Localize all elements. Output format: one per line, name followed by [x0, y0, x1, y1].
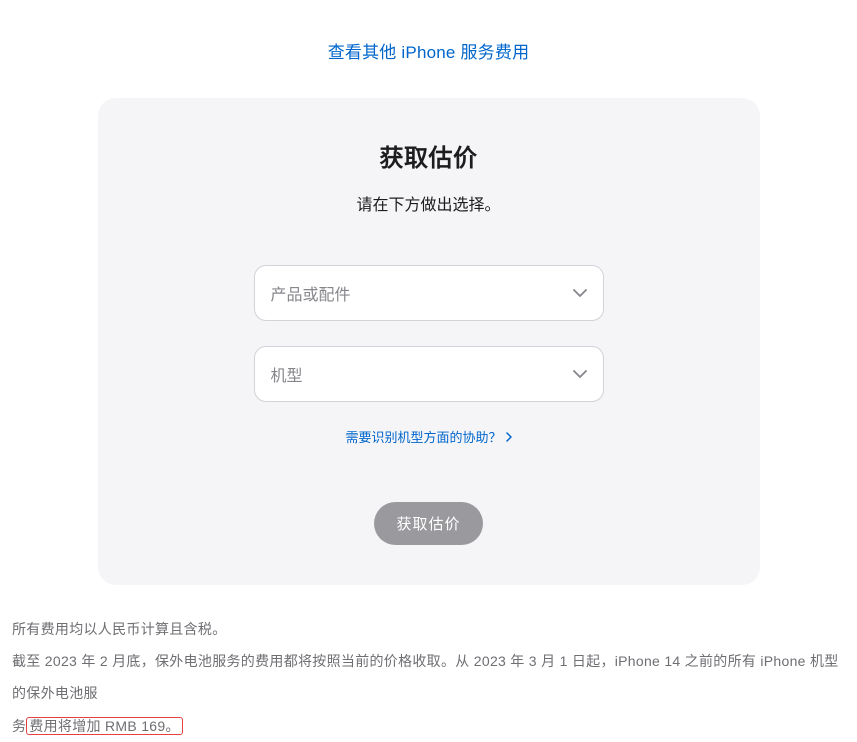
- model-select[interactable]: 机型: [254, 346, 604, 402]
- card-subtitle: 请在下方做出选择。: [148, 191, 710, 215]
- footer-line-1: 所有费用均以人民币计算且含税。: [12, 613, 845, 645]
- footer-line2-prefix: 务: [12, 718, 26, 734]
- card-title: 获取估价: [148, 138, 710, 173]
- footer-line2-part1: 截至 2023 年 2 月底，保外电池服务的费用都将按照当前的价格收取。从 20…: [12, 653, 839, 701]
- estimate-card: 获取估价 请在下方做出选择。 产品或配件 机型 需要识别机型方面的协助？: [98, 98, 760, 585]
- chevron-right-icon: [506, 432, 512, 442]
- identify-model-help-link[interactable]: 需要识别机型方面的协助？: [345, 427, 511, 446]
- help-link-label: 需要识别机型方面的协助？: [345, 427, 501, 446]
- price-increase-highlight: 费用将增加 RMB 169。: [26, 717, 182, 735]
- footer-text: 所有费用均以人民币计算且含税。 截至 2023 年 2 月底，保外电池服务的费用…: [10, 613, 847, 742]
- other-services-link[interactable]: 查看其他 iPhone 服务费用: [328, 43, 530, 62]
- help-link-container: 需要识别机型方面的协助？: [148, 427, 710, 447]
- chevron-down-icon: [573, 367, 587, 381]
- product-select[interactable]: 产品或配件: [254, 265, 604, 321]
- product-select-wrapper: 产品或配件: [254, 265, 604, 321]
- footer-line-2: 截至 2023 年 2 月底，保外电池服务的费用都将按照当前的价格收取。从 20…: [12, 645, 845, 742]
- chevron-down-icon: [573, 286, 587, 300]
- product-select-placeholder: 产品或配件: [271, 281, 351, 305]
- model-select-placeholder: 机型: [271, 362, 303, 386]
- model-select-wrapper: 机型: [254, 346, 604, 402]
- get-estimate-button[interactable]: 获取估价: [374, 502, 482, 545]
- top-link-container: 查看其他 iPhone 服务费用: [10, 0, 847, 98]
